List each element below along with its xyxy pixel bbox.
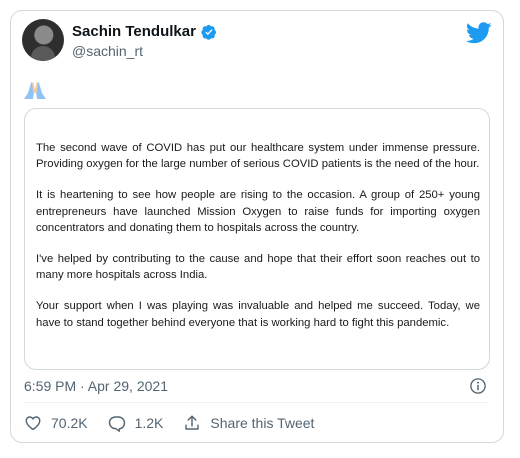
heart-icon	[25, 416, 41, 431]
twitter-bird-icon[interactable]	[466, 22, 492, 44]
share-label: Share this Tweet	[210, 415, 315, 431]
divider	[23, 402, 489, 403]
display-name[interactable]: Sachin Tendulkar	[72, 23, 196, 40]
reply-button[interactable]: 1.2K	[108, 414, 164, 432]
like-button[interactable]: 70.2K	[24, 414, 88, 432]
verified-badge-icon	[201, 24, 216, 40]
reply-icon	[108, 416, 125, 432]
tweet-actions: 70.2K 1.2K Share this Tweet	[24, 414, 314, 432]
share-icon	[185, 415, 200, 430]
like-count: 70.2K	[51, 415, 88, 431]
share-button[interactable]: Share this Tweet	[183, 414, 314, 432]
reply-count: 1.2K	[134, 415, 164, 431]
folded-hands-icon	[24, 82, 46, 99]
quote-paragraph: It is heartening to see how people are r…	[36, 189, 480, 234]
quote-paragraph: The second wave of COVID has put our hea…	[36, 142, 480, 171]
quote-paragraph: Your support when I was playing was inva…	[36, 300, 480, 329]
author-name-row[interactable]: Sachin Tendulkar	[72, 23, 217, 40]
quoted-image-text[interactable]: The second wave of COVID has put our hea…	[24, 108, 490, 370]
author-handle[interactable]: @sachin_rt	[72, 43, 143, 59]
tweet-timestamp[interactable]: 6:59 PM · Apr 29, 2021	[24, 378, 168, 394]
info-icon[interactable]	[469, 377, 487, 395]
quote-paragraph: I've helped by contributing to the cause…	[36, 253, 480, 282]
avatar[interactable]	[22, 19, 64, 61]
